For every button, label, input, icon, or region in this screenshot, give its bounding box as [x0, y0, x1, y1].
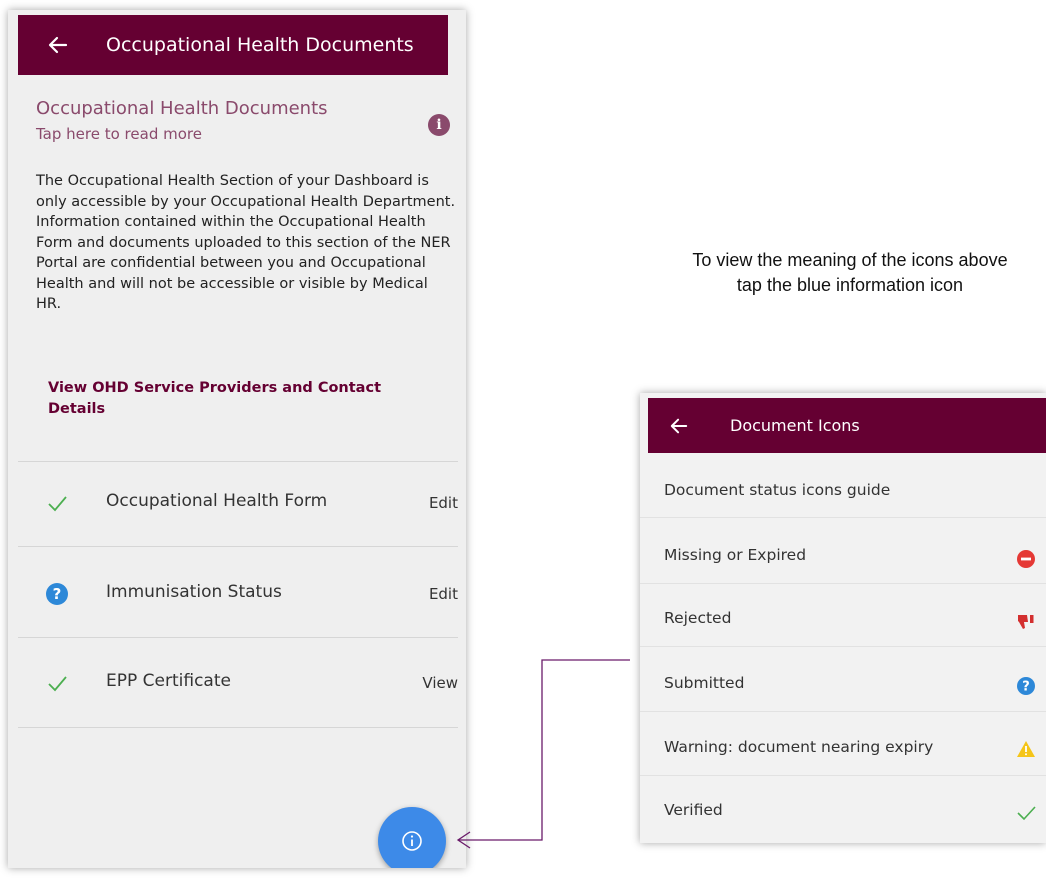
check-icon — [48, 496, 67, 512]
document-row-immunisation-status[interactable]: ? Immunisation Status Edit — [18, 575, 458, 615]
question-icon: ? — [46, 583, 68, 605]
thumbs-down-icon — [1018, 615, 1034, 629]
legend-label-rejected: Rejected — [664, 609, 732, 627]
info-fab-button[interactable] — [378, 807, 446, 868]
divider — [18, 637, 458, 638]
app-bar-title: Document Icons — [730, 416, 860, 435]
instruction-caption: To view the meaning of the icons above t… — [692, 250, 1008, 295]
legend-label-warning: Warning: document nearing expiry — [664, 738, 934, 756]
question-icon: ? — [1017, 677, 1035, 695]
guide-title: Document status icons guide — [664, 481, 891, 499]
view-button[interactable]: View — [422, 674, 458, 692]
document-label: Occupational Health Form — [106, 491, 328, 511]
document-label: EPP Certificate — [106, 671, 231, 691]
legend-label-missing: Missing or Expired — [664, 546, 807, 564]
info-icon — [402, 831, 422, 851]
read-more-link[interactable]: Tap here to read more — [36, 125, 202, 143]
app-bar: Occupational Health Documents — [18, 15, 448, 75]
back-arrow-icon[interactable] — [48, 35, 68, 55]
edit-button[interactable]: Edit — [429, 585, 458, 603]
legend-label-submitted: Submitted — [664, 674, 745, 692]
divider — [18, 727, 458, 728]
document-row-occupational-health-form[interactable]: Occupational Health Form Edit — [18, 484, 458, 524]
ohd-service-providers-link[interactable]: View OHD Service Providers and Contact D… — [48, 378, 428, 420]
document-row-epp-certificate[interactable]: EPP Certificate View — [18, 664, 458, 704]
document-label: Immunisation Status — [106, 582, 282, 602]
main-content: Occupational Health Documents Tap here t… — [18, 75, 466, 868]
section-description: The Occupational Health Section of your … — [36, 173, 456, 312]
occupational-health-screen: Occupational Health Documents Occupation… — [8, 10, 466, 868]
warning-icon — [1017, 741, 1035, 757]
divider — [640, 775, 1046, 776]
edit-button[interactable]: Edit — [429, 494, 458, 512]
legend-label-verified: Verified — [664, 801, 723, 819]
check-icon — [1017, 806, 1036, 821]
minus-circle-icon — [1017, 550, 1035, 568]
svg-text:?: ? — [1022, 680, 1030, 695]
section-heading[interactable]: Occupational Health Documents — [36, 98, 328, 119]
back-arrow-icon[interactable] — [670, 417, 688, 435]
document-icons-screen: Document Icons Document status icons gui… — [640, 393, 1046, 843]
info-icon[interactable]: i — [428, 114, 450, 136]
divider — [640, 646, 1046, 647]
divider — [18, 461, 458, 462]
divider — [640, 517, 1046, 518]
check-icon — [48, 676, 67, 692]
divider — [18, 546, 458, 547]
divider — [640, 711, 1046, 712]
app-bar: Document Icons — [648, 398, 1046, 453]
app-bar-title: Occupational Health Documents — [106, 34, 414, 56]
divider — [640, 583, 1046, 584]
